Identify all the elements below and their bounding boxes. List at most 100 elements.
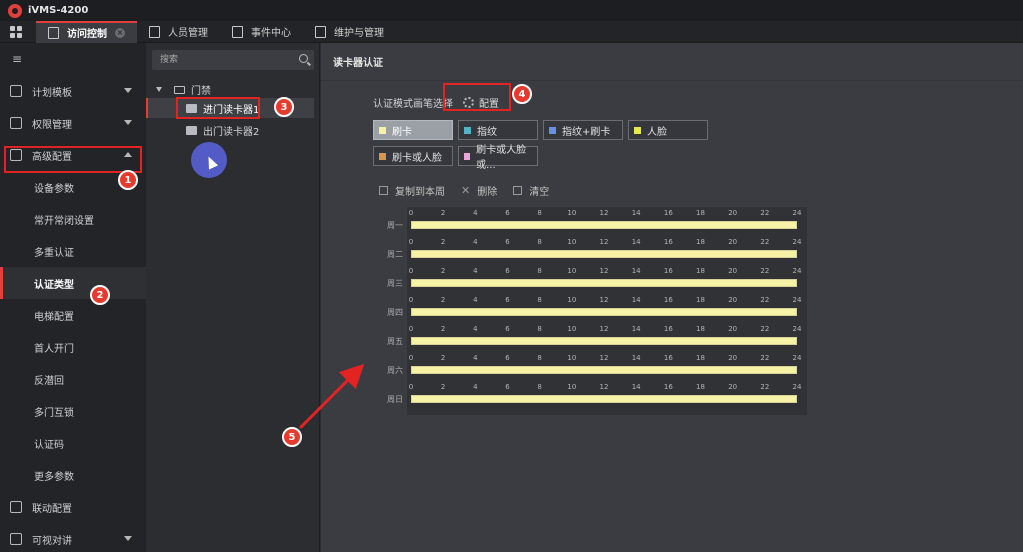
hour-tick-label: 18 bbox=[696, 383, 705, 391]
hour-ticks: 0 2 4 6 8 10 12 14 16 18 20 22 24 bbox=[409, 383, 802, 391]
hour-tick-label: 18 bbox=[696, 296, 705, 304]
schedule-row[interactable]: 周三 0 2 4 6 8 10 12 14 16 18 20 22 24 bbox=[387, 265, 807, 293]
tab-access-control[interactable]: 访问控制 × bbox=[36, 20, 137, 43]
hour-tick-label: 18 bbox=[696, 325, 705, 333]
hour-tick-label: 6 bbox=[505, 296, 510, 304]
sub-item-anti-passback[interactable]: 反潜回 bbox=[0, 363, 146, 395]
schedule-time-bar[interactable] bbox=[411, 279, 797, 287]
weekly-schedule[interactable]: 周一 0 2 4 6 8 10 12 14 16 18 20 22 24 周二 0 2 4 6 8 10 12 14 16 18… bbox=[387, 207, 807, 415]
hour-tick-label: 22 bbox=[760, 354, 770, 362]
nav-item-linkage[interactable]: 联动配置 bbox=[0, 491, 146, 523]
schedule-time-bar[interactable] bbox=[411, 337, 797, 345]
tree-root-node[interactable]: 门禁 bbox=[156, 82, 211, 97]
chevron-down-icon bbox=[124, 88, 132, 93]
sub-item-auth-type[interactable]: 认证类型 bbox=[0, 267, 146, 299]
hour-tick-label: 10 bbox=[567, 383, 577, 391]
hour-tick-label: 0 bbox=[408, 354, 414, 362]
nav-item-permission[interactable]: 权限管理 bbox=[0, 107, 146, 139]
sub-item-normally-open[interactable]: 常开常闭设置 bbox=[0, 203, 146, 235]
schedule-time-bar[interactable] bbox=[411, 308, 797, 316]
hour-tick-label: 16 bbox=[663, 209, 673, 217]
schedule-time-bar[interactable] bbox=[411, 250, 797, 258]
nav-item-video-intercom[interactable]: 可视对讲 bbox=[0, 523, 146, 552]
hour-tick-label: 14 bbox=[631, 209, 641, 217]
hour-tick-label: 14 bbox=[631, 383, 641, 391]
day-label: 周日 bbox=[387, 395, 403, 404]
copy-week-button[interactable]: 复制到本周 bbox=[379, 183, 445, 198]
hour-tick-label: 24 bbox=[792, 238, 802, 246]
hour-tick-label: 6 bbox=[505, 354, 510, 362]
mode-brush-card-or-face[interactable]: 刷卡或人脸 bbox=[373, 146, 453, 166]
title-bar: iVMS-4200 bbox=[0, 0, 1023, 21]
schedule-row[interactable]: 周六 0 2 4 6 8 10 12 14 16 18 20 22 24 bbox=[387, 352, 807, 380]
schedule-row[interactable]: 周四 0 2 4 6 8 10 12 14 16 18 20 22 24 bbox=[387, 294, 807, 322]
annotation-badge-2: 2 bbox=[90, 285, 110, 305]
mode-brush-card[interactable]: 刷卡 bbox=[373, 120, 453, 140]
hour-tick-label: 6 bbox=[505, 267, 510, 275]
expand-triangle-icon[interactable] bbox=[156, 87, 162, 92]
sub-item-first-person[interactable]: 首人开门 bbox=[0, 331, 146, 363]
mode-label-text: 刷卡 bbox=[392, 126, 412, 138]
tab-close-icon[interactable]: × bbox=[115, 27, 125, 38]
nav-label: 联动配置 bbox=[32, 503, 72, 515]
tree-root-label: 门禁 bbox=[191, 86, 211, 97]
tree-node-exit-reader[interactable]: 出门读卡器2 bbox=[146, 120, 314, 140]
schedule-time-bar[interactable] bbox=[411, 221, 797, 229]
hour-tick-label: 10 bbox=[567, 267, 577, 275]
hour-tick-label: 2 bbox=[440, 354, 446, 362]
hour-tick-label: 12 bbox=[599, 238, 609, 246]
hamburger-icon[interactable]: ≡ bbox=[0, 43, 146, 75]
sub-item-interlock[interactable]: 多门互锁 bbox=[0, 395, 146, 427]
sub-item-multi-auth[interactable]: 多重认证 bbox=[0, 235, 146, 267]
schedule-row[interactable]: 周二 0 2 4 6 8 10 12 14 16 18 20 22 24 bbox=[387, 236, 807, 264]
schedule-row[interactable]: 周一 0 2 4 6 8 10 12 14 16 18 20 22 24 bbox=[387, 207, 807, 235]
color-swatch bbox=[379, 126, 386, 134]
sub-item-auth-code[interactable]: 认证码 bbox=[0, 427, 146, 459]
color-swatch bbox=[464, 152, 471, 160]
tab-maintenance[interactable]: 维护与管理 bbox=[303, 21, 396, 43]
hour-tick-label: 24 bbox=[792, 383, 802, 391]
clear-button[interactable]: 清空 bbox=[513, 183, 549, 198]
tab-person-management[interactable]: 人员管理 bbox=[137, 21, 220, 43]
grid-menu-icon[interactable] bbox=[10, 25, 22, 38]
sub-item-more-params[interactable]: 更多参数 bbox=[0, 459, 146, 491]
schedule-time-bar[interactable] bbox=[411, 395, 797, 403]
mode-brush-card-face-more[interactable]: 刷卡或人脸或... bbox=[458, 145, 538, 171]
schedule-row[interactable]: 周日 0 2 4 6 8 10 12 14 16 18 20 22 24 bbox=[387, 381, 807, 409]
annotation-badge-5: 5 bbox=[282, 427, 302, 447]
hour-tick-label: 10 bbox=[567, 354, 577, 362]
annotation-box-config bbox=[443, 83, 511, 111]
mode-label-text: 指纹 bbox=[477, 126, 497, 138]
sub-item-elevator[interactable]: 电梯配置 bbox=[0, 299, 146, 331]
schedule-row[interactable]: 周五 0 2 4 6 8 10 12 14 16 18 20 22 24 bbox=[387, 323, 807, 351]
annotation-badge-3: 3 bbox=[274, 97, 294, 117]
hour-tick-label: 4 bbox=[473, 325, 478, 333]
nav-item-schedule-template[interactable]: 计划模板 bbox=[0, 75, 146, 107]
hour-tick-label: 2 bbox=[440, 325, 446, 333]
hour-tick-label: 0 bbox=[408, 209, 414, 217]
hour-tick-label: 14 bbox=[631, 267, 641, 275]
mode-label: 认证模式画笔选择 bbox=[373, 99, 453, 110]
schedule-time-bar[interactable] bbox=[411, 366, 797, 374]
copy-icon bbox=[379, 186, 388, 195]
search-input[interactable] bbox=[152, 50, 292, 70]
hour-tick-label: 22 bbox=[760, 383, 770, 391]
mode-label-text: 刷卡或人脸或... bbox=[476, 145, 527, 171]
hour-tick-label: 8 bbox=[537, 354, 542, 362]
mode-brush-fingerprint-card[interactable]: 指纹+刷卡 bbox=[543, 120, 623, 140]
hour-tick-label: 10 bbox=[567, 238, 577, 246]
person-icon bbox=[149, 25, 160, 38]
delete-button[interactable]: ✕ 删除 bbox=[461, 183, 497, 198]
hour-tick-label: 24 bbox=[792, 267, 802, 275]
mode-label-text: 刷卡或人脸 bbox=[392, 152, 442, 164]
mode-brush-face[interactable]: 人脸 bbox=[628, 120, 708, 140]
mode-label-text: 指纹+刷卡 bbox=[562, 126, 611, 138]
mode-brush-fingerprint[interactable]: 指纹 bbox=[458, 120, 538, 140]
hour-tick-label: 20 bbox=[728, 238, 738, 246]
hour-tick-label: 4 bbox=[473, 238, 478, 246]
color-swatch bbox=[379, 152, 386, 160]
tab-event-center[interactable]: 事件中心 bbox=[220, 21, 303, 43]
hour-tick-label: 10 bbox=[567, 296, 577, 304]
linkage-icon bbox=[10, 501, 22, 513]
search-icon[interactable] bbox=[299, 54, 308, 63]
